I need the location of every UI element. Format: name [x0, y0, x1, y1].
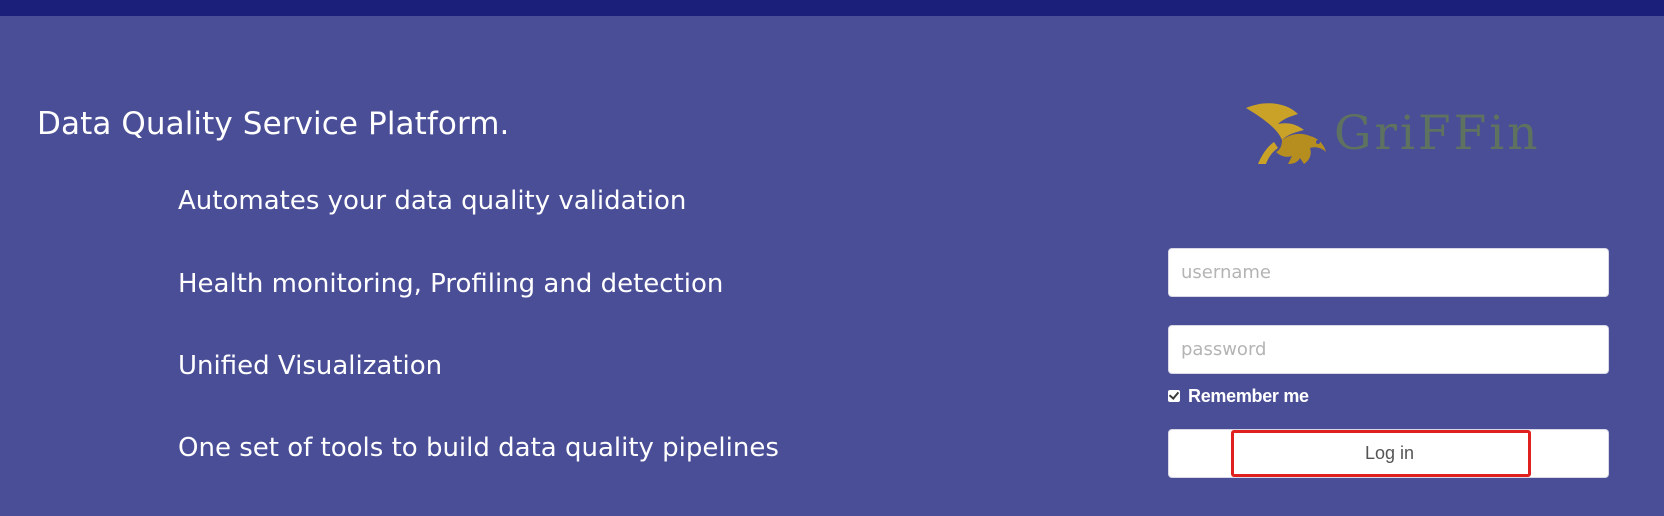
griffin-logo: GriFFin [1238, 98, 1538, 178]
login-page: Data Quality Service Platform. Automates… [0, 16, 1664, 516]
remember-me-checkbox[interactable] [1168, 390, 1180, 402]
login-button[interactable]: Log in [1168, 429, 1609, 478]
feature-item: Unified Visualization [178, 351, 443, 381]
griffin-icon [1246, 103, 1326, 164]
remember-me[interactable]: Remember me [1168, 384, 1309, 408]
feature-item: Automates your data quality validation [178, 186, 687, 216]
page-title: Data Quality Service Platform. [37, 106, 510, 142]
logo-text: GriFFin [1334, 106, 1541, 161]
top-bar [0, 0, 1664, 16]
username-input[interactable] [1168, 248, 1609, 297]
password-input[interactable] [1168, 325, 1609, 374]
feature-item: Health monitoring, Profiling and detecti… [178, 269, 724, 299]
login-button-label: Log in [1364, 443, 1415, 463]
remember-me-label: Remember me [1188, 385, 1309, 406]
feature-item: One set of tools to build data quality p… [178, 433, 779, 463]
